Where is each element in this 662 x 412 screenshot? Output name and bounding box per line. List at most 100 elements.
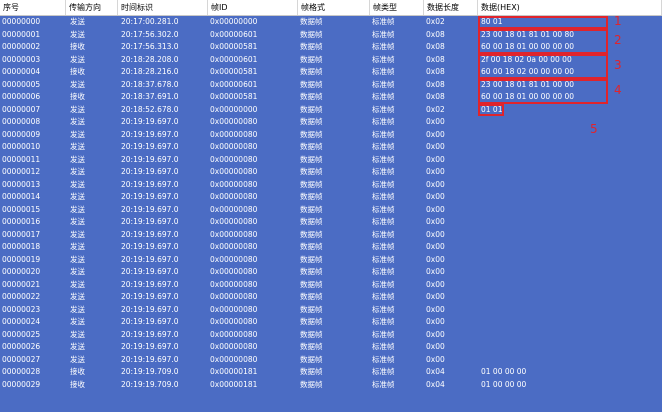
table-row[interactable]: 00000008 发送 20:19:19.697.0 0x00000080 数据帧 标准帧… [0, 116, 662, 129]
column-header-data-length[interactable]: 数据长度 [424, 0, 478, 15]
cell-data-hex [481, 129, 621, 142]
cell-frame-id: 0x00000080 [210, 317, 258, 326]
cell-frame-format: 数据帧 [300, 229, 323, 239]
cell-index: 00000028 [2, 367, 41, 376]
table-row[interactable]: 00000019 发送 20:19:19.697.0 0x00000080 数据帧 标准帧… [0, 254, 662, 267]
column-header-timestamp[interactable]: 时间标识 [118, 0, 208, 15]
cell-frame-type: 标准帧 [372, 254, 395, 264]
table-row[interactable]: 00000013 发送 20:19:19.697.0 0x00000080 数据帧 标准帧… [0, 179, 662, 192]
column-header-frame-type[interactable]: 帧类型 [370, 0, 424, 15]
cell-frame-id: 0x00000080 [210, 292, 258, 301]
cell-index: 00000003 [2, 54, 41, 64]
cell-timestamp: 20:19:19.697.0 [121, 204, 179, 214]
table-row[interactable]: 00000018 发送 20:19:19.697.0 0x00000080 数据帧 标准帧… [0, 241, 662, 254]
cell-frame-format: 数据帧 [300, 242, 323, 251]
cell-frame-type: 标准帧 [372, 67, 395, 76]
cell-frame-format: 数据帧 [300, 292, 323, 301]
cell-timestamp: 20:19:19.697.0 [121, 229, 179, 239]
cell-timestamp: 20:18:28.208.0 [121, 54, 179, 64]
cell-direction: 发送 [70, 179, 85, 189]
cell-frame-type: 标准帧 [372, 142, 395, 151]
table-row[interactable]: 00000010 发送 20:19:19.697.0 0x00000080 数据帧 标准帧… [0, 141, 662, 154]
cell-timestamp: 20:18:37.678.0 [121, 79, 179, 89]
cell-timestamp: 20:19:19.697.0 [121, 154, 179, 164]
cell-data-length: 0x00 [426, 279, 445, 289]
cell-data-hex [481, 179, 621, 192]
cell-frame-id: 0x00000601 [210, 54, 258, 64]
cell-data-length: 0x00 [426, 267, 445, 276]
cell-timestamp: 20:19:19.697.0 [121, 342, 179, 351]
annotation-number-5: 5 [590, 122, 598, 136]
cell-index: 00000014 [2, 192, 41, 201]
cell-data-length: 0x02 [426, 17, 445, 26]
cell-data-length: 0x00 [426, 204, 445, 214]
cell-frame-type: 标准帧 [372, 379, 395, 389]
cell-timestamp: 20:18:28.216.0 [121, 67, 179, 76]
cell-frame-id: 0x00000080 [210, 117, 258, 126]
cell-frame-type: 标准帧 [372, 192, 395, 201]
cell-index: 00000022 [2, 292, 41, 301]
annotation-number-1: 1 [614, 14, 622, 29]
cell-frame-format: 数据帧 [300, 67, 323, 76]
cell-frame-format: 数据帧 [300, 329, 323, 339]
table-row[interactable]: 00000017 发送 20:19:19.697.0 0x00000080 数据帧 标准帧… [0, 229, 662, 242]
cell-data-length: 0x04 [426, 367, 445, 376]
cell-direction: 发送 [70, 267, 85, 276]
column-header-data-hex[interactable]: 数据(HEX) [478, 0, 662, 15]
table-row[interactable]: 00000021 发送 20:19:19.697.0 0x00000080 数据帧 标准帧… [0, 279, 662, 292]
cell-data-length: 0x00 [426, 342, 445, 351]
table-row[interactable]: 00000026 发送 20:19:19.697.0 0x00000080 数据帧 标准帧… [0, 341, 662, 354]
table-row[interactable]: 00000014 发送 20:19:19.697.0 0x00000080 数据帧 标准帧… [0, 191, 662, 204]
cell-frame-type: 标准帧 [372, 279, 395, 289]
table-row[interactable]: 00000007 发送 20:18:52.678.0 0x00000000 数据帧 标准帧… [0, 104, 662, 117]
cell-frame-format: 数据帧 [300, 54, 323, 64]
cell-index: 00000015 [2, 204, 41, 214]
column-header-direction[interactable]: 传输方向 [66, 0, 118, 15]
cell-frame-id: 0x00000080 [210, 142, 258, 151]
table-row[interactable]: 00000025 发送 20:19:19.697.0 0x00000080 数据帧 标准帧… [0, 329, 662, 342]
cell-data-length: 0x00 [426, 292, 445, 301]
table-row[interactable]: 00000022 发送 20:19:19.697.0 0x00000080 数据帧 标准帧… [0, 291, 662, 304]
column-header-frame-format[interactable]: 帧格式 [298, 0, 370, 15]
cell-index: 00000026 [2, 342, 41, 351]
cell-data-hex [481, 154, 621, 167]
cell-data-hex [481, 141, 621, 154]
cell-data-length: 0x08 [426, 79, 445, 89]
column-header-index[interactable]: 序号 [0, 0, 66, 15]
cell-data-length: 0x08 [426, 92, 445, 101]
cell-frame-type: 标准帧 [372, 329, 395, 339]
cell-timestamp: 20:19:19.697.0 [121, 117, 179, 126]
cell-frame-type: 标准帧 [372, 54, 395, 64]
cell-data-length: 0x00 [426, 129, 445, 139]
cell-data-hex [481, 316, 621, 329]
table-row[interactable]: 00000016 发送 20:19:19.697.0 0x00000080 数据帧 标准帧… [0, 216, 662, 229]
annotation-box-4 [478, 78, 608, 104]
cell-index: 00000018 [2, 242, 41, 251]
cell-direction: 接收 [70, 67, 85, 76]
table-row[interactable]: 00000020 发送 20:19:19.697.0 0x00000080 数据帧 标准帧… [0, 266, 662, 279]
table-row[interactable]: 00000027 发送 20:19:19.697.0 0x00000080 数据帧 标准帧… [0, 354, 662, 367]
cell-data-hex [481, 116, 621, 129]
table-row[interactable]: 00000023 发送 20:19:19.697.0 0x00000080 数据帧 标准帧… [0, 304, 662, 317]
annotation-number-3: 3 [614, 58, 622, 72]
table-row[interactable]: 00000009 发送 20:19:19.697.0 0x00000080 数据帧 标准帧… [0, 129, 662, 142]
table-row[interactable]: 00000028 接收 20:19:19.709.0 0x00000181 数据帧 标准帧… [0, 366, 662, 379]
cell-frame-type: 标准帧 [372, 92, 395, 101]
table-header: 序号 传输方向 时间标识 帧ID 帧格式 帧类型 数据长度 数据(HEX) [0, 0, 662, 16]
table-row[interactable]: 00000029 接收 20:19:19.709.0 0x00000181 数据帧 标准帧… [0, 379, 662, 392]
table-row[interactable]: 00000024 发送 20:19:19.697.0 0x00000080 数据帧 标准帧… [0, 316, 662, 329]
cell-frame-format: 数据帧 [300, 167, 323, 176]
cell-index: 00000023 [2, 304, 41, 314]
cell-frame-format: 数据帧 [300, 179, 323, 189]
cell-data-hex [481, 204, 621, 217]
table-row[interactable]: 00000011 发送 20:19:19.697.0 0x00000080 数据帧 标准帧… [0, 154, 662, 167]
cell-direction: 发送 [70, 154, 85, 164]
cell-direction: 发送 [70, 342, 85, 351]
cell-frame-type: 标准帧 [372, 17, 395, 26]
table-row[interactable]: 00000015 发送 20:19:19.697.0 0x00000080 数据帧 标准帧… [0, 204, 662, 217]
column-header-frame-id[interactable]: 帧ID [208, 0, 298, 15]
table-row[interactable]: 00000012 发送 20:19:19.697.0 0x00000080 数据帧 标准帧… [0, 166, 662, 179]
cell-data-hex [481, 191, 621, 204]
cell-frame-format: 数据帧 [300, 367, 323, 376]
cell-frame-type: 标准帧 [372, 117, 395, 126]
